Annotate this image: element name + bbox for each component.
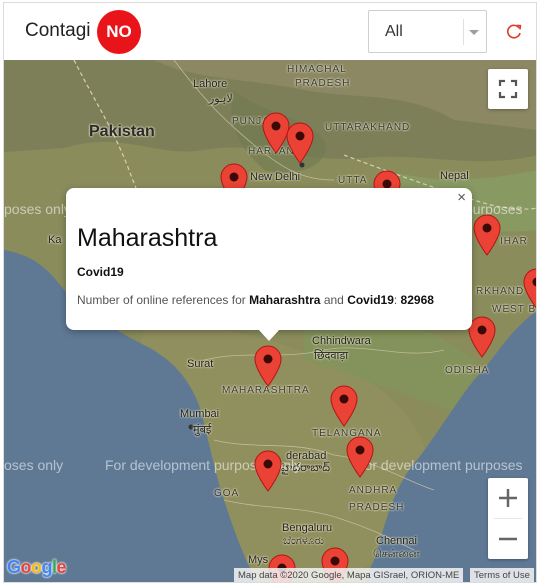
refresh-icon[interactable]	[504, 22, 524, 42]
brand-title: Contagi	[25, 20, 91, 41]
label-uttarakhand: UTTARAKHAND	[325, 122, 411, 133]
map-marker-telangana[interactable]	[330, 385, 358, 427]
label-pakistan: Pakistan	[89, 123, 155, 140]
map-marker-karnataka[interactable]	[254, 450, 282, 492]
fullscreen-button[interactable]	[488, 69, 528, 109]
map-card: Contagi NO All Pakistan Nepal Lahore لاہ…	[3, 2, 537, 583]
label-uttar: UTTA	[338, 175, 368, 186]
header: Contagi NO All	[4, 3, 536, 60]
label-bengaluru: Bengaluru	[282, 522, 333, 534]
label-chhindwara-local: छिंदवाड़ा	[314, 350, 349, 362]
google-logo[interactable]: Google	[7, 557, 67, 578]
label-mysuru: Mys	[248, 554, 269, 566]
map-canvas[interactable]: Pakistan Nepal Lahore لاہور HIMACHAL PRA…	[4, 60, 537, 582]
zoom-control	[488, 478, 528, 559]
map-marker-haryana[interactable]	[286, 122, 314, 164]
filter-select-value: All	[385, 23, 403, 40]
map-marker-bihar[interactable]	[473, 214, 501, 256]
filter-select[interactable]: All	[368, 10, 487, 53]
label-surat: Surat	[187, 358, 214, 370]
label-new-delhi: New Delhi	[250, 171, 301, 183]
watermark-right-2: For development purposes	[356, 457, 523, 473]
detail-subject: Covid19	[347, 293, 394, 307]
detail-region: Maharashtra	[249, 293, 321, 307]
map-marker-andhra-pradesh[interactable]	[346, 436, 374, 478]
detail-count: 82968	[400, 293, 434, 307]
info-window-subject: Covid19	[77, 265, 124, 279]
label-himachal2: PRADESH	[295, 78, 351, 89]
label-andhra: ANDHRA	[349, 485, 398, 496]
label-kutch: Ka	[48, 234, 62, 246]
label-bihar: IHAR	[500, 236, 528, 247]
zoom-in-button[interactable]	[488, 478, 528, 518]
select-divider	[463, 19, 464, 45]
label-nepal: Nepal	[440, 170, 469, 182]
map-marker-west-bengal[interactable]	[523, 268, 537, 310]
watermark-left: poses only	[4, 201, 71, 217]
info-window: × Maharashtra Covid19 Number of online r…	[66, 188, 472, 341]
chevron-down-icon	[469, 30, 479, 35]
label-bengaluru-local: ಬೆಂಗಳೂರು	[283, 535, 325, 547]
close-icon[interactable]: ×	[457, 190, 466, 205]
label-himachal: HIMACHAL	[287, 64, 347, 75]
map-marker-maharashtra[interactable]	[254, 345, 282, 387]
fullscreen-icon	[498, 79, 518, 99]
label-mumbai-local: मुंबई	[193, 424, 212, 436]
label-chhindwara: Chhindwara	[312, 335, 371, 347]
info-window-detail: Number of online references for Maharash…	[77, 293, 434, 307]
detail-prefix: Number of online references for	[77, 293, 246, 307]
label-mumbai: Mumbai	[180, 408, 220, 420]
watermark-left-2: oses only	[4, 457, 64, 473]
label-chennai-local: சென்னை	[373, 548, 420, 560]
label-jharkhand: RKHAND	[476, 286, 525, 297]
label-andhra-pradesh: PRADESH	[349, 502, 405, 513]
detail-and: and	[323, 293, 344, 307]
label-lahore-local: لاہور	[209, 93, 233, 105]
no-badge: NO	[97, 10, 141, 54]
map-attribution: Map data ©2020 Google, Mapa GISrael, ORI…	[234, 568, 464, 582]
label-lahore: Lahore	[193, 78, 228, 90]
label-goa: GOA	[214, 488, 240, 499]
label-odisha: ODISHA	[445, 365, 490, 376]
label-chennai: Chennai	[376, 535, 417, 547]
zoom-out-button[interactable]	[488, 519, 528, 559]
info-window-title: Maharashtra	[77, 224, 218, 252]
map-marker-odisha[interactable]	[468, 316, 496, 358]
terms-of-use-link[interactable]: Terms of Use	[470, 568, 534, 582]
info-window-tail	[258, 329, 280, 341]
